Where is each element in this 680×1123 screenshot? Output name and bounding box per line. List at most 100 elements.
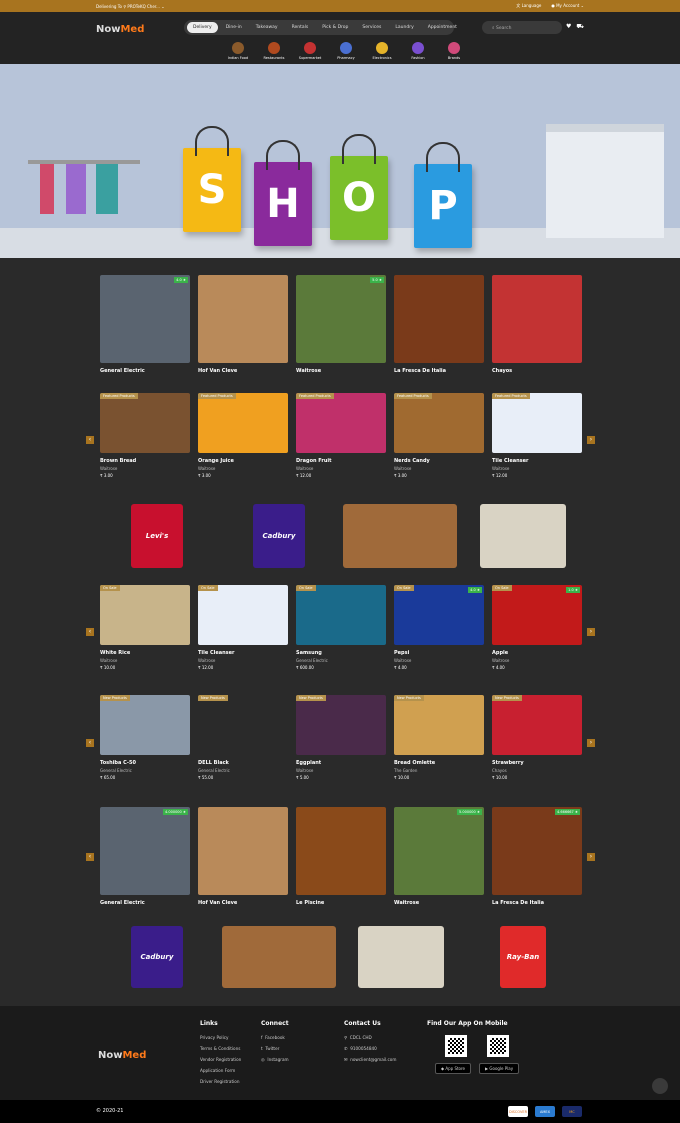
product-card[interactable]: On Sale 4.0 ★ Pepsi Waitrose ₹ 4.00	[394, 585, 484, 670]
phone[interactable]: ✆ 9100054840	[344, 1046, 396, 1051]
dress-illustration	[96, 164, 118, 214]
product-store: Waitrose	[394, 658, 412, 663]
carousel-next-button[interactable]: ›	[587, 628, 595, 636]
brand-cadbury[interactable]: Cadbury	[253, 504, 305, 568]
language-selector[interactable]: 文 Language	[516, 3, 541, 9]
product-card[interactable]: New Products Toshiba C-50 General Electric…	[100, 695, 190, 780]
store-card[interactable]: Le Piscine	[296, 807, 386, 906]
copyright: © 2020-21	[96, 1108, 124, 1114]
category-supermarket[interactable]: Supermarket	[292, 42, 328, 60]
google-play-button[interactable]: ▶ Google Play	[479, 1063, 520, 1074]
link-terms[interactable]: Terms & Conditions	[200, 1046, 241, 1051]
delivery-location[interactable]: Delivering To ⚲ PROTeKQ Cher... ⌄	[96, 4, 165, 9]
product-card[interactable]: Featured Products Dragon Fruit Waitrose ₹ 1…	[296, 393, 386, 478]
top-bar: Delivering To ⚲ PROTeKQ Cher... ⌄ 文 Lang…	[0, 0, 680, 12]
nav-appointment[interactable]: Appointment	[422, 22, 463, 33]
product-name: Tile Cleanser	[492, 458, 529, 464]
nav-pick-drop[interactable]: Pick & Drop	[316, 22, 354, 33]
nav-rentals[interactable]: Rentals	[286, 22, 315, 33]
heart-icon[interactable]: ♥	[566, 23, 571, 31]
link-application-form[interactable]: Application Form	[200, 1068, 241, 1073]
nav-delivery[interactable]: Delivery	[187, 22, 218, 33]
app-title: Find Our App On Mobile	[427, 1020, 508, 1027]
store-image	[492, 275, 582, 363]
product-card[interactable]: Featured Products Nerds Candy Waitrose ₹ 3.…	[394, 393, 484, 478]
store-card[interactable]: Hof Van Cleve	[198, 807, 288, 906]
product-card[interactable]: Featured Products Orange Juice Waitrose ₹ 3…	[198, 393, 288, 478]
product-store: Waitrose	[296, 768, 314, 773]
carousel-next-button[interactable]: ›	[587, 436, 595, 444]
product-card[interactable]: New Products Bread Omlette The Garden ₹ 10.…	[394, 695, 484, 780]
restaurant-icon	[268, 42, 280, 54]
store-card[interactable]: 4.666667 ★ La Fresca De Italia	[492, 807, 582, 906]
store-card[interactable]: Chayos	[492, 275, 582, 374]
nav-laundry[interactable]: Laundry	[389, 22, 419, 33]
product-card[interactable]: Featured Products Tile Cleanser Waitrose ₹ …	[492, 393, 582, 478]
product-card[interactable]: On Sale White Rice Waitrose ₹ 10.00	[100, 585, 190, 670]
product-price: ₹ 12.00	[198, 665, 214, 670]
nav-dine-in[interactable]: Dine-in	[220, 22, 248, 33]
facebook-link[interactable]: f Facebook	[261, 1035, 289, 1040]
link-driver-registration[interactable]: Driver Registration	[200, 1079, 241, 1084]
product-name: White Rice	[100, 650, 131, 656]
logo[interactable]: NowMed	[96, 24, 144, 35]
category-brands[interactable]: Brands	[436, 42, 472, 60]
nav-takeaway[interactable]: Takeaway	[250, 22, 284, 33]
store-card[interactable]: 5.0 ★ Waitrose	[296, 275, 386, 374]
store-card[interactable]: Hof Van Cleve	[198, 275, 288, 374]
product-card[interactable]: Featured Products Brown Bread Waitrose ₹ 3.…	[100, 393, 190, 478]
rating-badge: 1.0 ★	[566, 587, 580, 593]
scroll-to-top-button[interactable]	[652, 1078, 668, 1094]
brand-banner[interactable]	[480, 504, 566, 568]
store-card[interactable]: 4.000000 ★ General Electric	[100, 807, 190, 906]
logo-text-b: Med	[122, 1050, 147, 1061]
category-restaurants[interactable]: Restaurants	[256, 42, 292, 60]
product-card[interactable]: New Products Strawberry Chayos ₹ 10.00	[492, 695, 582, 780]
bag-letter: S	[197, 167, 227, 213]
footer-logo[interactable]: NowMed	[98, 1050, 146, 1061]
brand-cadbury[interactable]: Cadbury	[131, 926, 183, 988]
account-menu[interactable]: ● My Account ⌄	[551, 3, 584, 9]
carousel-prev-button[interactable]: ‹	[86, 436, 94, 444]
brand-rayban[interactable]: Ray-Ban	[500, 926, 546, 988]
brand-banner[interactable]	[222, 926, 336, 988]
product-card[interactable]: On Sale 1.0 ★ Apple Waitrose ₹ 4.00	[492, 585, 582, 670]
product-card[interactable]: New Products DELL Black General Electric ₹ …	[198, 695, 288, 780]
link-privacy[interactable]: Privacy Policy	[200, 1035, 241, 1040]
category-indian-food[interactable]: Indian Food	[220, 42, 256, 60]
brand-banner[interactable]	[358, 926, 444, 988]
category-label: Electronics	[372, 56, 392, 60]
product-card[interactable]: On Sale Tile Cleanser Waitrose ₹ 12.00	[198, 585, 288, 670]
carousel-prev-button[interactable]: ‹	[86, 628, 94, 636]
product-card[interactable]: On Sale Samsung General Electric ₹ 600.00	[296, 585, 386, 670]
product-price: ₹ 10.00	[492, 775, 508, 780]
product-price: ₹ 55.00	[198, 775, 214, 780]
app-store-button[interactable]: ◆ App Store	[435, 1063, 472, 1074]
category-electronics[interactable]: Electronics	[364, 42, 400, 60]
brand-banner[interactable]	[343, 504, 457, 568]
instagram-link[interactable]: ◎ Instagram	[261, 1057, 289, 1062]
brand-levis[interactable]: Levi's	[131, 504, 183, 568]
product-name: Dragon Fruit	[296, 458, 332, 464]
search-input[interactable]: ⌕ Search	[482, 21, 562, 34]
store-card[interactable]: La Fresca De Italia	[394, 275, 484, 374]
shelf-illustration	[546, 124, 664, 238]
product-card[interactable]: New Products Eggplant Waitrose ₹ 5.00	[296, 695, 386, 780]
cart-icon[interactable]: ⛟	[576, 23, 584, 31]
carousel-prev-button[interactable]: ‹	[86, 853, 94, 861]
category-fashion[interactable]: Fashion	[400, 42, 436, 60]
category-pharmacy[interactable]: Pharmacy	[328, 42, 364, 60]
hero-banner[interactable]: S H O P	[0, 64, 680, 258]
store-card[interactable]: 5.000000 ★ Waitrose	[394, 807, 484, 906]
store-card[interactable]: 4.0 ★ General Electric	[100, 275, 190, 374]
nav-services[interactable]: Services	[356, 22, 387, 33]
carousel-next-button[interactable]: ›	[587, 853, 595, 861]
product-name: Bread Omlette	[394, 760, 436, 766]
carousel-next-button[interactable]: ›	[587, 739, 595, 747]
product-tag: On Sale	[394, 585, 414, 591]
twitter-link[interactable]: t Twitter	[261, 1046, 289, 1051]
link-vendor-registration[interactable]: Vendor Registration	[200, 1057, 241, 1062]
carousel-prev-button[interactable]: ‹	[86, 739, 94, 747]
account-label: My Account	[556, 3, 580, 8]
email[interactable]: ✉ nowclient@gmail.com	[344, 1057, 396, 1062]
